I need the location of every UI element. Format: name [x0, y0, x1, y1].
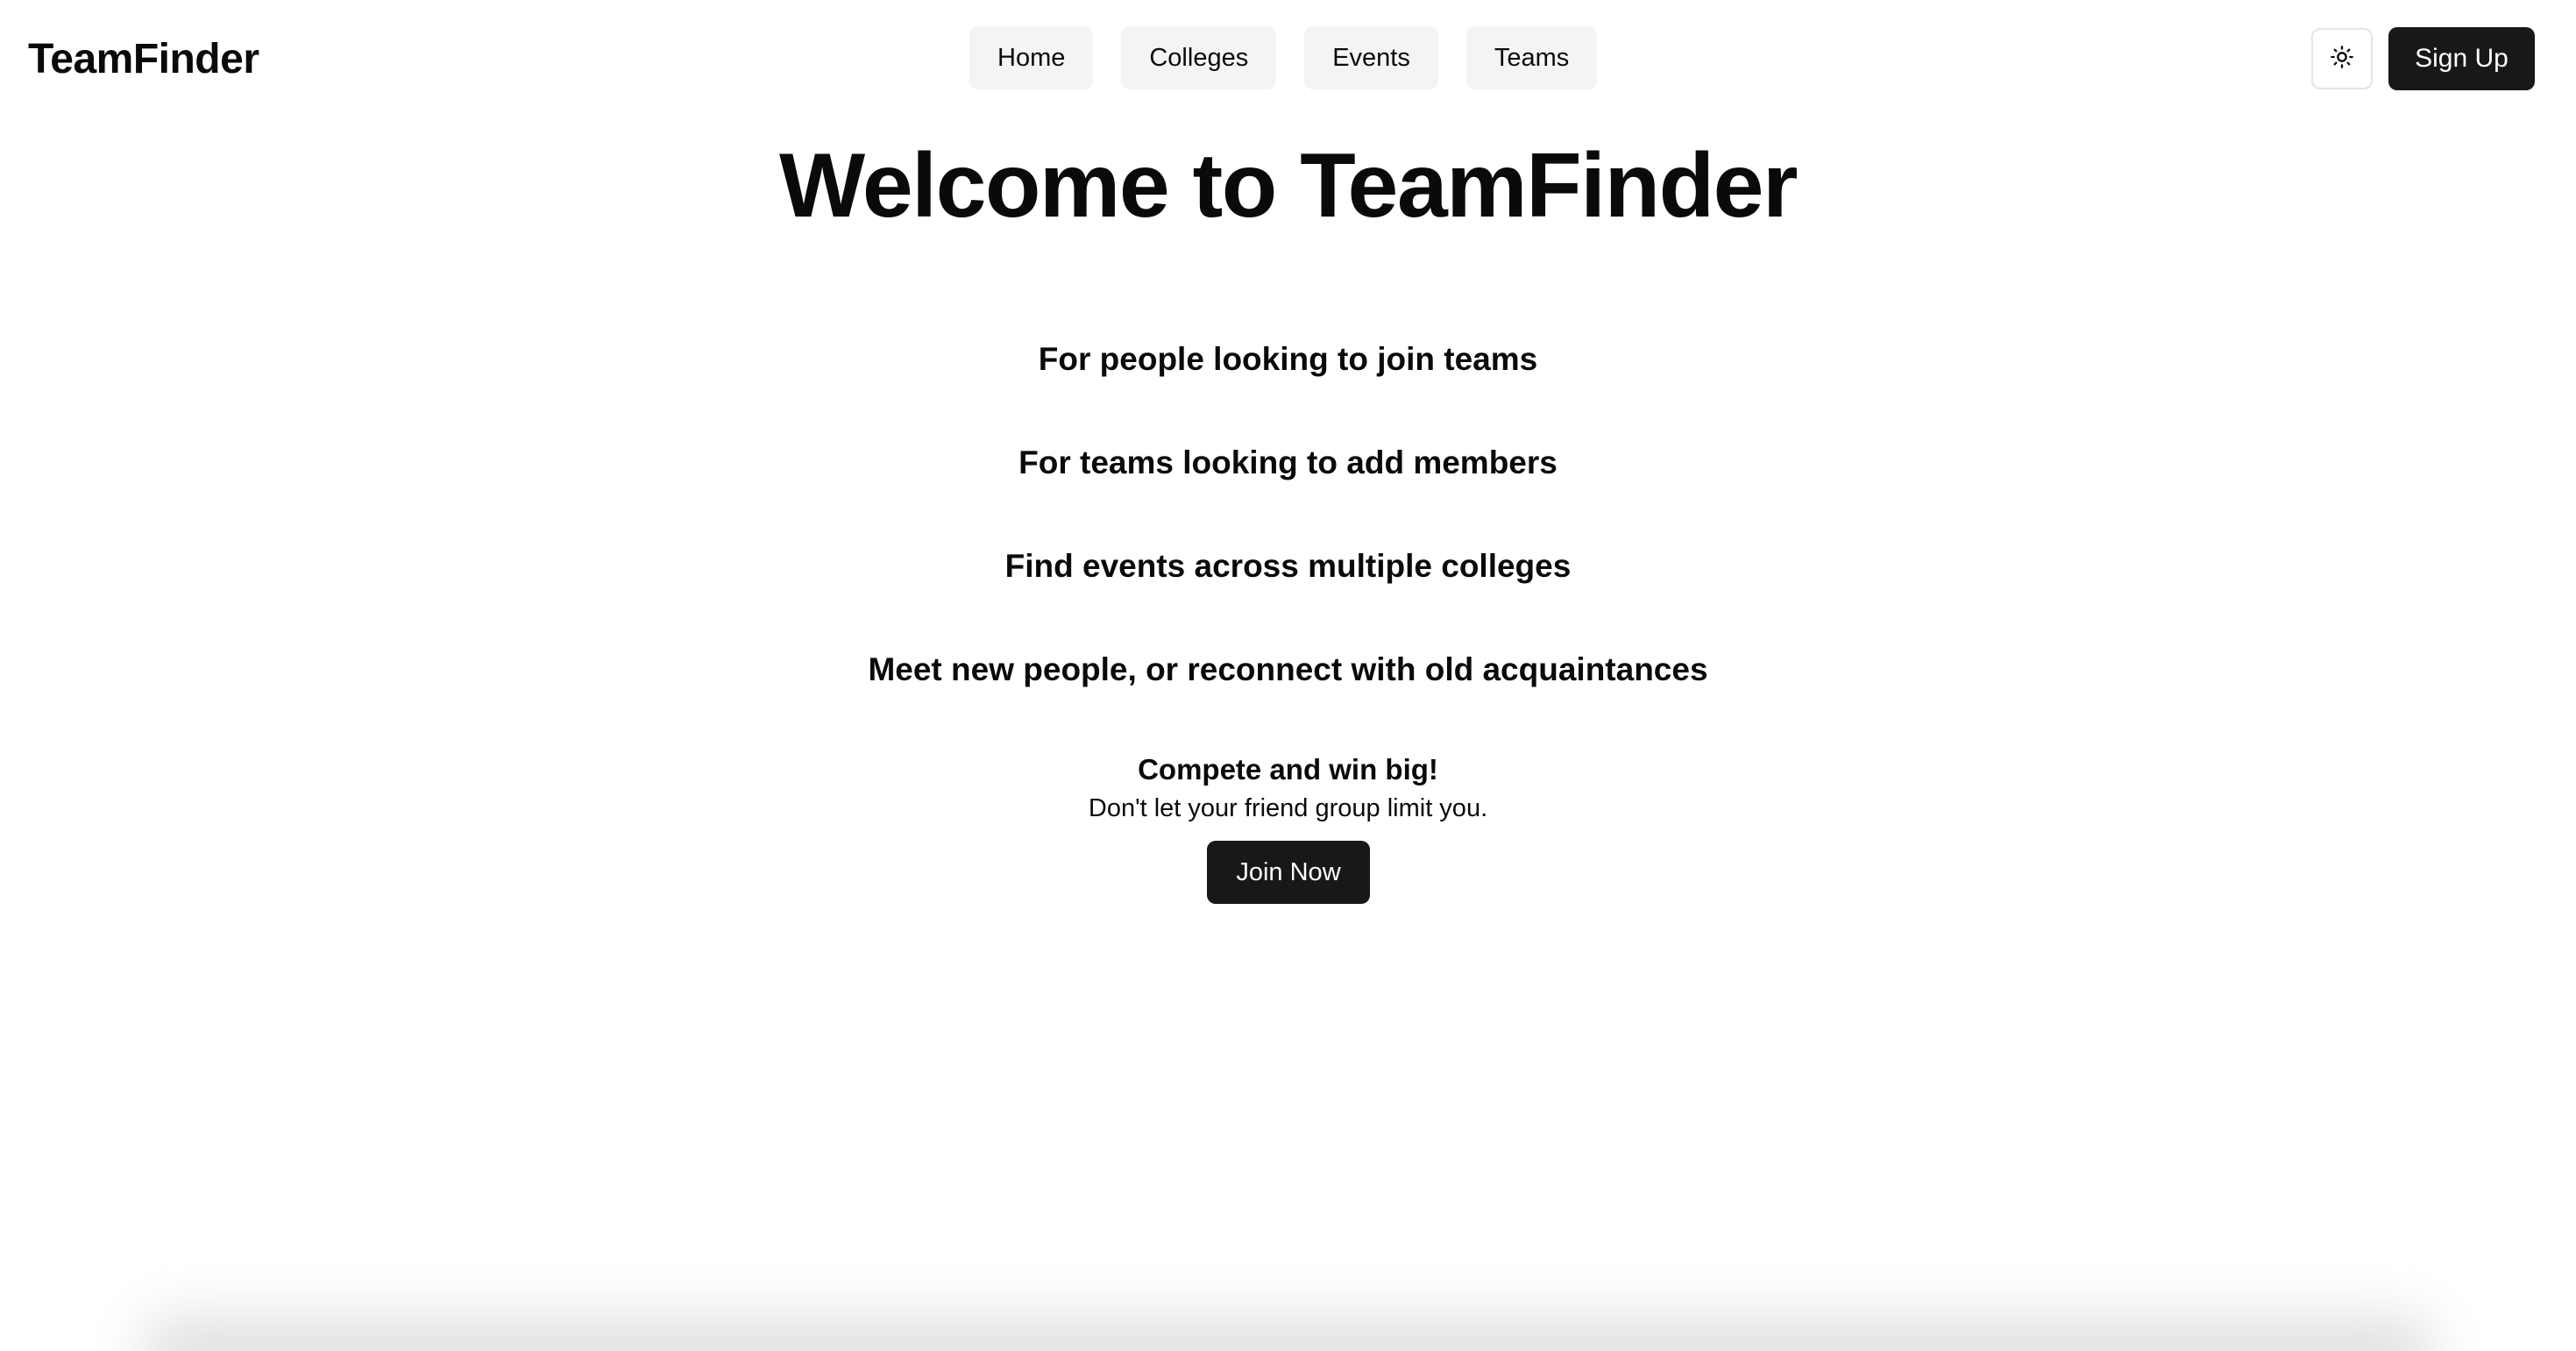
- brand-logo[interactable]: TeamFinder: [28, 33, 259, 86]
- page: TeamFinder Home Colleges Events Teams Si…: [0, 0, 2576, 1351]
- sign-up-button[interactable]: Sign Up: [2388, 27, 2535, 90]
- cta-heading: Compete and win big!: [1138, 753, 1438, 786]
- nav-item-teams[interactable]: Teams: [1465, 26, 1598, 89]
- theme-toggle-button[interactable]: [2311, 28, 2373, 89]
- feature-find-events: Find events across multiple colleges: [1004, 548, 1572, 584]
- nav-item-events[interactable]: Events: [1304, 26, 1438, 89]
- sun-icon: [2330, 45, 2354, 74]
- join-now-button[interactable]: Join Now: [1207, 841, 1370, 904]
- main-nav: Home Colleges Events Teams: [969, 26, 1598, 89]
- nav-item-colleges[interactable]: Colleges: [1121, 26, 1277, 89]
- nav-item-home[interactable]: Home: [969, 26, 1094, 89]
- feature-add-members: For teams looking to add members: [1018, 444, 1558, 480]
- cta-subtext: Don't let your friend group limit you.: [1088, 794, 1488, 822]
- bottom-shadow: [140, 1316, 2436, 1351]
- page-title: Welcome to TeamFinder: [779, 135, 1798, 237]
- feature-join-teams: For people looking to join teams: [1038, 341, 1538, 377]
- feature-meet-people: Meet new people, or reconnect with old a…: [868, 651, 1708, 687]
